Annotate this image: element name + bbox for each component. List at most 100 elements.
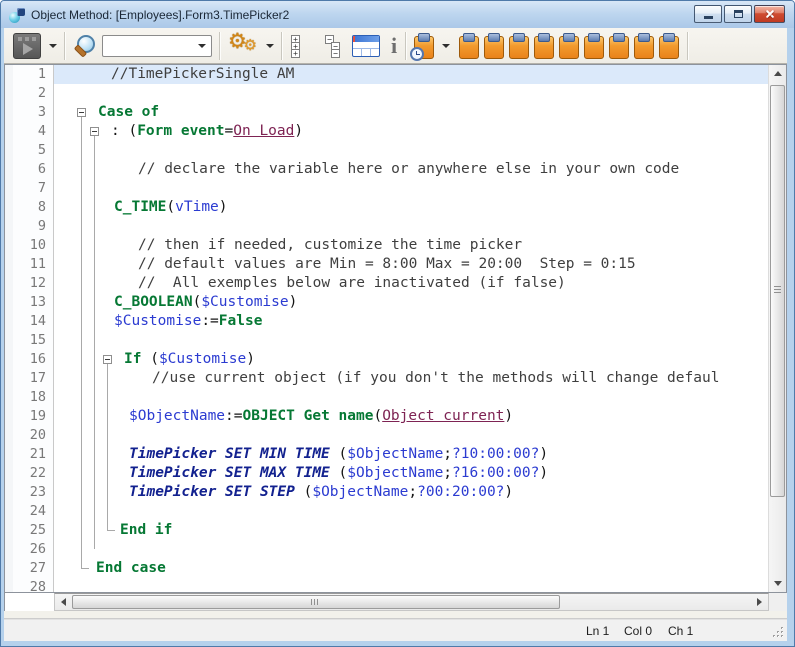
- method-properties-button[interactable]: [351, 34, 381, 58]
- code-line[interactable]: $Customise:=False: [54, 312, 768, 331]
- resize-grip-icon[interactable]: [772, 626, 785, 639]
- fold-guide-elbow: [81, 568, 89, 569]
- vertical-scrollbar[interactable]: [768, 65, 786, 592]
- code-token: TimePicker SET STEP: [129, 484, 295, 500]
- code-line[interactable]: : (Form event=On Load): [54, 122, 768, 141]
- code-token: TimePicker SET MIN TIME: [129, 446, 330, 462]
- horizontal-scrollbar-thumb[interactable]: [72, 595, 560, 609]
- form-window-icon: [352, 35, 380, 57]
- line-number: 21: [13, 445, 53, 464]
- fold-toggle-icon[interactable]: [77, 108, 86, 117]
- fold-toggle-icon[interactable]: [103, 355, 112, 364]
- execute-dropdown-arrow-icon[interactable]: [49, 44, 57, 48]
- code-line[interactable]: // declare the variable here or anywhere…: [54, 160, 768, 179]
- code-token: // default values are Min = 8:00 Max = 2…: [138, 256, 636, 272]
- gears-icon: [228, 32, 258, 59]
- scroll-down-button[interactable]: [769, 575, 786, 592]
- code-token: //use current object (if you don't the m…: [152, 370, 719, 386]
- line-number: 11: [13, 255, 53, 274]
- vertical-scrollbar-thumb[interactable]: [770, 85, 785, 497]
- code-line[interactable]: [54, 578, 768, 592]
- code-line[interactable]: $ObjectName:=OBJECT Get name(Object curr…: [54, 407, 768, 426]
- information-button[interactable]: [390, 33, 398, 59]
- clipboard-button-6[interactable]: [583, 32, 605, 60]
- code-line[interactable]: [54, 426, 768, 445]
- search-icon: [73, 33, 97, 59]
- code-token: ;: [443, 446, 452, 462]
- minimize-button[interactable]: [694, 5, 722, 23]
- code-token: // then if needed, customize the time pi…: [138, 237, 522, 253]
- execute-method-button[interactable]: [12, 32, 42, 60]
- clipboard-history-dropdown-arrow-icon[interactable]: [442, 44, 450, 48]
- code-token: On Load: [233, 123, 294, 139]
- macros-dropdown-arrow-icon[interactable]: [266, 44, 274, 48]
- code-line[interactable]: // All exemples below are inactivated (i…: [54, 274, 768, 293]
- code-line[interactable]: [54, 84, 768, 103]
- code-token: (: [330, 465, 347, 481]
- code-line[interactable]: TimePicker SET MAX TIME ($ObjectName;?16…: [54, 464, 768, 483]
- scroll-up-button[interactable]: [769, 65, 786, 82]
- code-line[interactable]: If ($Customise): [54, 350, 768, 369]
- maximize-button[interactable]: [724, 5, 752, 23]
- clipboard-icon: [559, 36, 579, 59]
- code-line[interactable]: //TimePickerSingle AM: [54, 65, 768, 84]
- clipboard-button-8[interactable]: [633, 32, 655, 60]
- fold-guide-line: [94, 136, 95, 549]
- arrow-right-icon: [757, 598, 762, 606]
- clipboard-icon: [534, 36, 554, 59]
- status-bar: Ln 1 Col 0 Ch 1: [4, 619, 787, 641]
- toolbar-separator: [405, 32, 406, 60]
- code-line[interactable]: C_BOOLEAN($Customise): [54, 293, 768, 312]
- code-line[interactable]: Case of: [54, 103, 768, 122]
- code-line[interactable]: //use current object (if you don't the m…: [54, 369, 768, 388]
- code-lines[interactable]: //TimePickerSingle AM Case of: (Form even…: [54, 65, 768, 592]
- clipboard-button-9[interactable]: [658, 32, 680, 60]
- close-button[interactable]: [754, 5, 785, 23]
- code-line[interactable]: C_TIME(vTime): [54, 198, 768, 217]
- search-combobox[interactable]: [102, 35, 212, 57]
- breakpoint-gutter[interactable]: [5, 65, 13, 592]
- search-button[interactable]: [72, 32, 98, 60]
- line-number: 9: [13, 217, 53, 236]
- clipboard-button-3[interactable]: [508, 32, 530, 60]
- code-line[interactable]: [54, 388, 768, 407]
- line-number: 8: [13, 198, 53, 217]
- line-number: 20: [13, 426, 53, 445]
- code-line[interactable]: [54, 540, 768, 559]
- code-token: C_BOOLEAN: [114, 294, 193, 310]
- code-line[interactable]: [54, 502, 768, 521]
- code-token: (: [141, 351, 158, 367]
- code-line[interactable]: [54, 141, 768, 160]
- scroll-left-button[interactable]: [55, 594, 72, 610]
- titlebar[interactable]: Object Method: [Employees].Form3.TimePic…: [1, 1, 794, 28]
- fold-toggle-icon[interactable]: [90, 127, 99, 136]
- horizontal-scrollbar[interactable]: [54, 593, 769, 611]
- macros-button[interactable]: [227, 31, 259, 60]
- line-number: 12: [13, 274, 53, 293]
- code-line[interactable]: End case: [54, 559, 768, 578]
- code-token: //TimePickerSingle AM: [111, 66, 294, 82]
- code-line[interactable]: // then if needed, customize the time pi…: [54, 236, 768, 255]
- code-line[interactable]: TimePicker SET STEP ($ObjectName;?00:20:…: [54, 483, 768, 502]
- clipboard-history-button[interactable]: [413, 32, 435, 60]
- clipboard-button-2[interactable]: [483, 32, 505, 60]
- vertical-scrollbar-track[interactable]: [769, 82, 786, 575]
- clipboard-button-4[interactable]: [533, 32, 555, 60]
- code-line[interactable]: TimePicker SET MIN TIME ($ObjectName;?10…: [54, 445, 768, 464]
- expand-all-button[interactable]: [289, 33, 311, 58]
- collapse-all-button[interactable]: [320, 33, 342, 58]
- clipboard-button-5[interactable]: [558, 32, 580, 60]
- code-line[interactable]: [54, 179, 768, 198]
- code-line[interactable]: [54, 331, 768, 350]
- horizontal-scrollbar-track[interactable]: [72, 594, 751, 610]
- code-line[interactable]: End if: [54, 521, 768, 540]
- line-number: 7: [13, 179, 53, 198]
- fold-guide-elbow: [107, 530, 115, 531]
- code-token: False: [219, 313, 263, 329]
- code-line[interactable]: // default values are Min = 8:00 Max = 2…: [54, 255, 768, 274]
- code-line[interactable]: [54, 217, 768, 236]
- scroll-right-button[interactable]: [751, 594, 768, 610]
- code-token: ?10:00:00?: [452, 446, 539, 462]
- clipboard-button-7[interactable]: [608, 32, 630, 60]
- clipboard-button-1[interactable]: [458, 32, 480, 60]
